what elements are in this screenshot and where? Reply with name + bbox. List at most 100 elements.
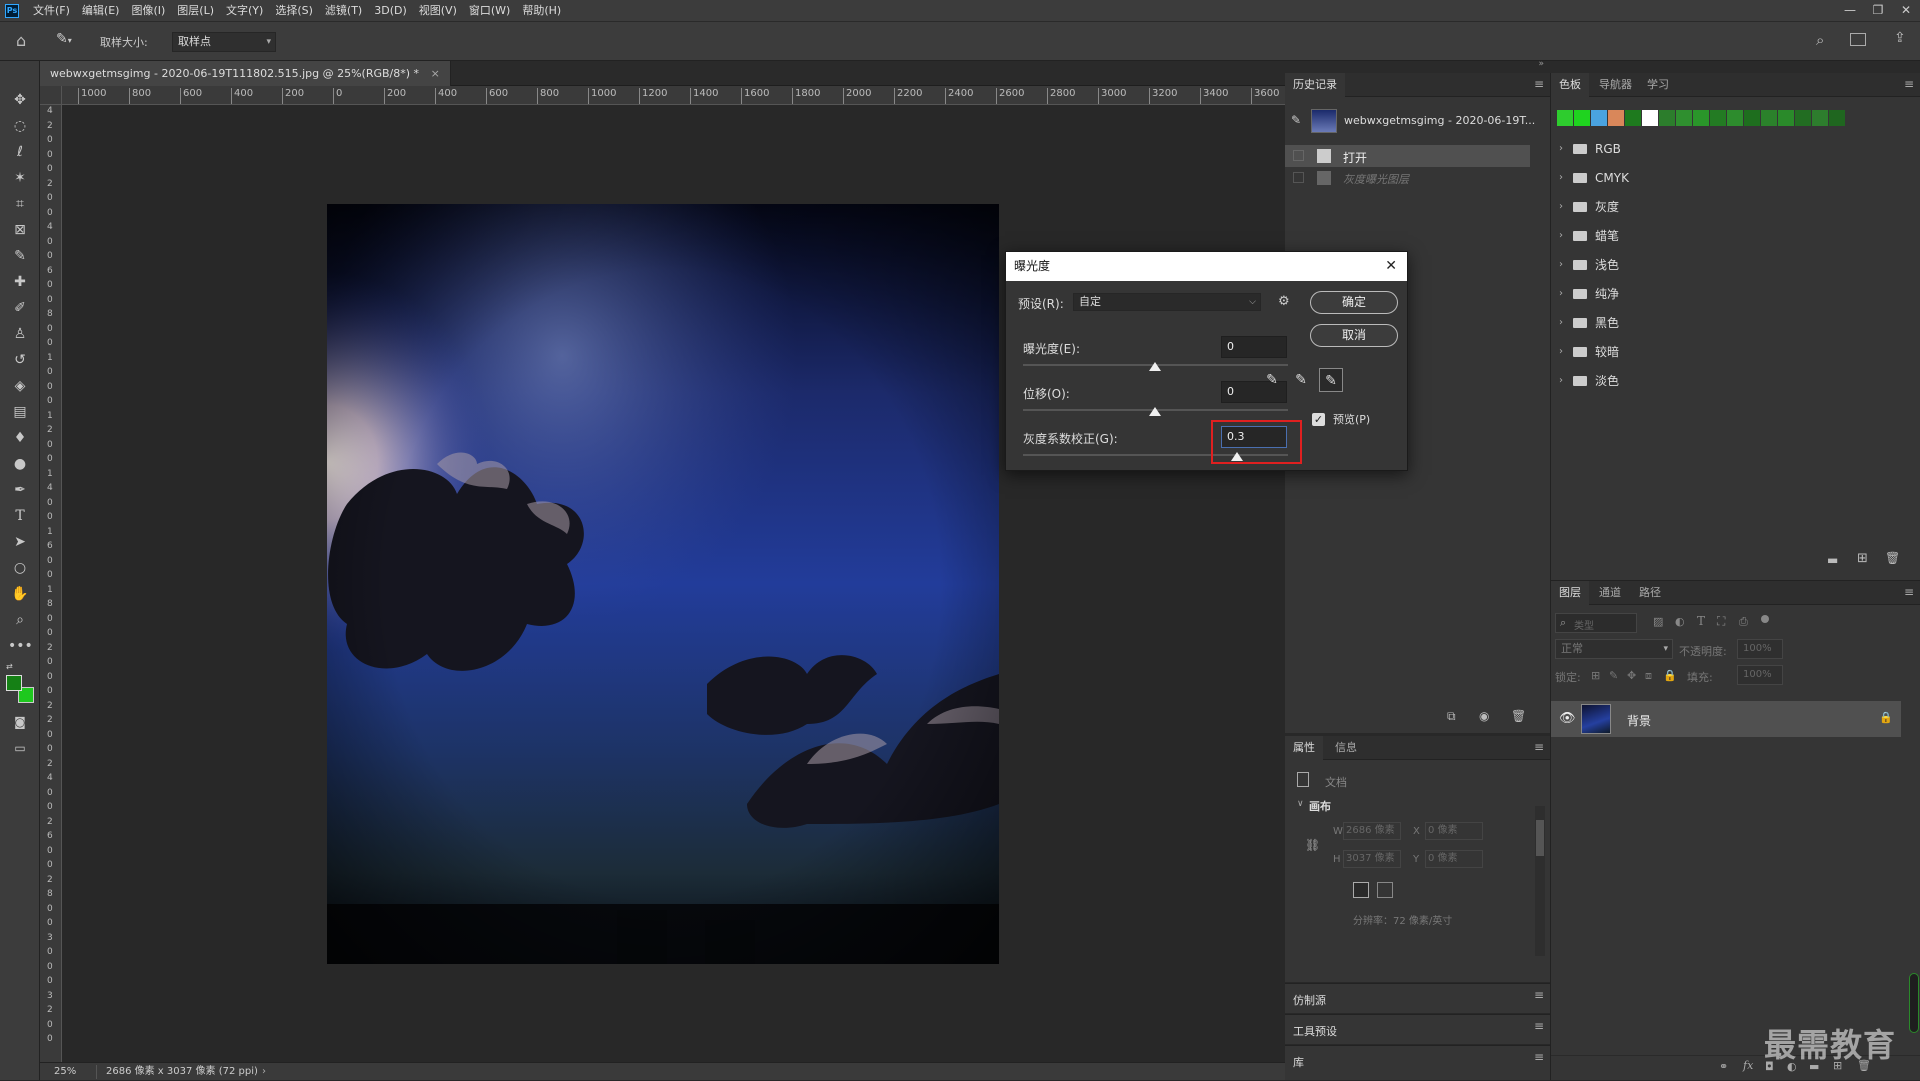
marquee-tool-icon[interactable]: ◌ [8, 115, 32, 137]
magic-wand-icon[interactable]: ✶ [8, 167, 32, 189]
fill-field[interactable]: 100% [1737, 665, 1783, 685]
menu-3d[interactable]: 3D(D) [368, 0, 413, 21]
menu-image[interactable]: 图像(I) [125, 0, 171, 21]
fx-icon[interactable]: fx [1743, 1059, 1753, 1072]
swatch-group-row[interactable]: › 浅色 [1557, 251, 1907, 279]
chevron-right-icon[interactable]: › [1559, 135, 1563, 163]
x-field[interactable]: 0 像素 [1425, 822, 1483, 840]
libraries-tab[interactable]: 库 [1293, 1054, 1304, 1070]
y-field[interactable]: 0 像素 [1425, 850, 1483, 868]
color-swatch[interactable] [1693, 110, 1709, 126]
lock-artboard-icon[interactable]: ⧈ [1645, 669, 1652, 683]
tab-channels[interactable]: 通道 [1591, 581, 1629, 605]
landscape-orientation-icon[interactable] [1377, 882, 1393, 898]
zoom-tool-icon[interactable]: ⌕ [8, 609, 32, 631]
brush-tool-icon[interactable]: ✐ [8, 297, 32, 319]
ruler-origin[interactable] [40, 86, 62, 105]
libraries-panel[interactable]: 库 ≡ [1285, 1045, 1550, 1080]
exposure-input[interactable]: 0 [1221, 336, 1287, 358]
healing-tool-icon[interactable]: ✚ [8, 271, 32, 293]
home-icon[interactable]: ⌂ [16, 31, 26, 50]
swatch-group-row[interactable]: › RGB [1557, 135, 1907, 163]
lasso-tool-icon[interactable]: ℓ [8, 141, 32, 163]
zoom-level[interactable]: 25% [54, 1063, 76, 1080]
close-window-icon[interactable]: ✕ [1892, 0, 1920, 21]
chevron-right-icon[interactable]: › [1559, 193, 1563, 221]
blend-mode-select[interactable]: 正常 ▾ [1555, 639, 1673, 659]
color-swatch[interactable] [1642, 110, 1658, 126]
portrait-orientation-icon[interactable] [1353, 882, 1369, 898]
color-swatch[interactable] [1574, 110, 1590, 126]
chevron-right-icon[interactable]: › [1559, 338, 1563, 366]
menu-filter[interactable]: 滤镜(T) [319, 0, 368, 21]
color-swatch[interactable] [1795, 110, 1811, 126]
tab-layers[interactable]: 图层 [1551, 581, 1589, 605]
tab-paths[interactable]: 路径 [1631, 581, 1669, 605]
new-group-icon[interactable]: ▬ [1827, 553, 1838, 567]
link-layers-icon[interactable]: ⚭ [1719, 1060, 1728, 1073]
camera-icon[interactable]: ◉ [1479, 709, 1489, 723]
history-item[interactable]: 打开 [1285, 145, 1530, 167]
chevron-right-icon[interactable]: › [1559, 280, 1563, 308]
path-select-icon[interactable]: ➤ [8, 531, 32, 553]
close-tab-icon[interactable]: × [431, 67, 440, 80]
chevron-right-icon[interactable]: › [1559, 222, 1563, 250]
lock-all-icon[interactable]: 🔒 [1663, 669, 1677, 682]
link-icon[interactable]: ⛓ [1305, 838, 1320, 852]
lock-brush-icon[interactable]: ✎ [1609, 669, 1618, 682]
swatch-group-row[interactable]: › 纯净 [1557, 280, 1907, 308]
layer-row-background[interactable]: 👁 背景 🔒 [1551, 701, 1901, 737]
panel-menu-icon[interactable]: ≡ [1534, 1050, 1544, 1064]
blur-tool-icon[interactable]: ♦ [8, 427, 32, 449]
minimize-icon[interactable]: — [1836, 0, 1864, 21]
pen-tool-icon[interactable]: ✒ [8, 479, 32, 501]
swatch-group-row[interactable]: › 灰度 [1557, 193, 1907, 221]
color-swatch[interactable] [1557, 110, 1573, 126]
more-tools-icon[interactable]: ••• [8, 635, 33, 657]
gradient-tool-icon[interactable]: ▤ [8, 401, 32, 423]
tool-presets-tab[interactable]: 工具预设 [1293, 1023, 1337, 1039]
ellipse-tool-icon[interactable]: ○ [8, 557, 32, 579]
panel-menu-icon[interactable]: ≡ [1534, 77, 1544, 91]
width-field[interactable]: 2686 像素 [1343, 822, 1401, 840]
menu-help[interactable]: 帮助(H) [516, 0, 567, 21]
color-swatch[interactable] [1710, 110, 1726, 126]
swatch-group-row[interactable]: › 黑色 [1557, 309, 1907, 337]
menu-type[interactable]: 文字(Y) [220, 0, 269, 21]
history-item[interactable]: 灰度曝光图层 [1285, 167, 1530, 189]
chevron-right-icon[interactable]: › [1559, 251, 1563, 279]
quick-mask-icon[interactable]: ◙ [8, 711, 32, 733]
chevron-right-icon[interactable]: › [1559, 164, 1563, 192]
filter-type-icon[interactable]: T [1697, 614, 1705, 628]
workspace-icon[interactable] [1850, 33, 1866, 46]
visibility-eye-icon[interactable]: 👁 [1559, 711, 1576, 726]
color-swatch[interactable] [1659, 110, 1675, 126]
filter-adjustment-icon[interactable]: ◐ [1675, 615, 1685, 628]
panel-menu-icon[interactable]: ≡ [1534, 740, 1544, 754]
swatch-group-row[interactable]: › CMYK [1557, 164, 1907, 192]
black-point-eyedropper-icon[interactable]: ✎ [1260, 368, 1284, 392]
color-swatch[interactable] [1761, 110, 1777, 126]
history-brush-icon[interactable]: ↺ [8, 349, 32, 371]
filter-shape-icon[interactable]: ⛶ [1717, 614, 1725, 629]
color-swatch[interactable] [1608, 110, 1624, 126]
clone-source-tab[interactable]: 仿制源 [1293, 992, 1326, 1008]
sample-size-select[interactable]: 取样点 ▾ [172, 32, 276, 52]
trash-icon[interactable]: 🗑 [1511, 709, 1526, 723]
swatch-group-row[interactable]: › 淡色 [1557, 367, 1907, 395]
color-swatch[interactable] [1778, 110, 1794, 126]
frame-tool-icon[interactable]: ⊠ [8, 219, 32, 241]
swatch-group-row[interactable]: › 较暗 [1557, 338, 1907, 366]
filter-pixel-icon[interactable]: ▨ [1653, 615, 1663, 628]
lock-position-icon[interactable]: ✥ [1627, 669, 1636, 682]
eraser-tool-icon[interactable]: ◈ [8, 375, 32, 397]
clone-source-panel[interactable]: 仿制源 ≡ [1285, 983, 1550, 1013]
scroll-indicator[interactable] [1909, 973, 1919, 1033]
eyedropper-tool-preset-icon[interactable]: ✎▾ [56, 31, 84, 51]
history-source-checkbox[interactable] [1293, 150, 1304, 161]
document-tab[interactable]: webwxgetmsgimg - 2020-06-19T111802.515.j… [40, 61, 451, 86]
menu-edit[interactable]: 编辑(E) [76, 0, 126, 21]
restore-icon[interactable]: ❐ [1864, 0, 1892, 21]
panel-menu-icon[interactable]: ≡ [1534, 1019, 1544, 1033]
search-icon[interactable]: ⌕ [1816, 31, 1824, 49]
